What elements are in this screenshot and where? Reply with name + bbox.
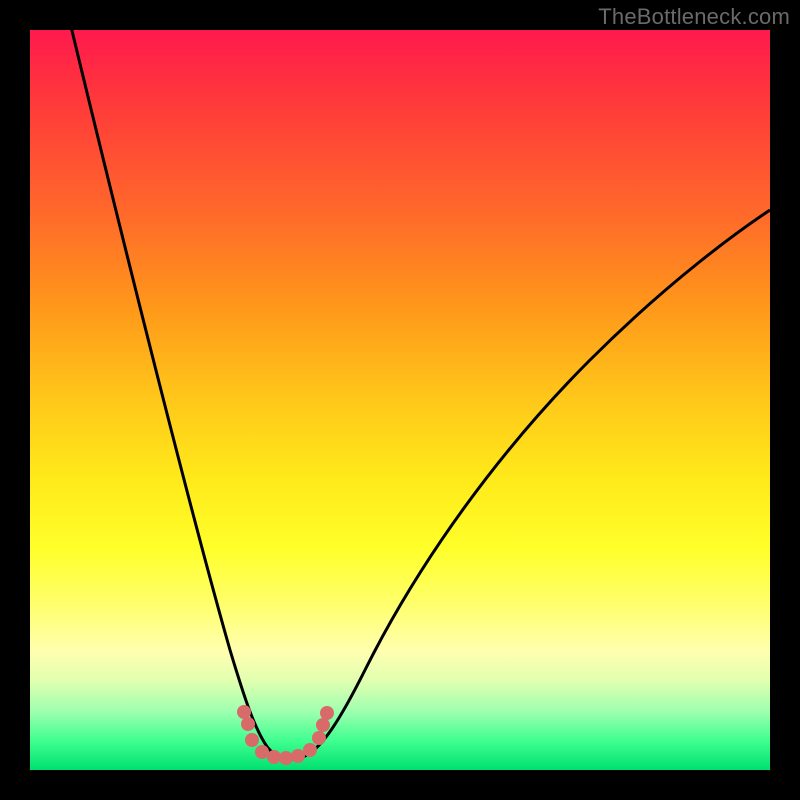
curve-svg [30,30,770,770]
chart-container: TheBottleneck.com [0,0,800,800]
watermark-text: TheBottleneck.com [598,4,790,30]
plot-area [30,30,770,770]
bottleneck-curve [67,10,770,759]
